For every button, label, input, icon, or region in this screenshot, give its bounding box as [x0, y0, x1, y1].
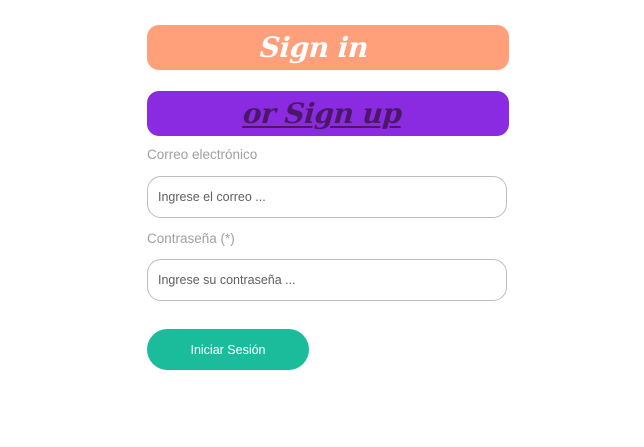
sign-up-label: or Sign up	[241, 97, 403, 130]
sign-in-title: Sign in	[258, 31, 370, 64]
sign-up-link[interactable]: or Sign up	[147, 91, 509, 136]
email-field[interactable]	[147, 176, 507, 218]
login-button[interactable]: Iniciar Sesión	[147, 329, 309, 370]
password-label: Contraseña (*)	[147, 231, 235, 246]
email-label: Correo electrónico	[147, 147, 258, 162]
password-field[interactable]	[147, 259, 507, 301]
login-page: Sign in or Sign up Correo electrónico Co…	[0, 0, 644, 447]
sign-in-banner[interactable]: Sign in	[147, 25, 509, 70]
